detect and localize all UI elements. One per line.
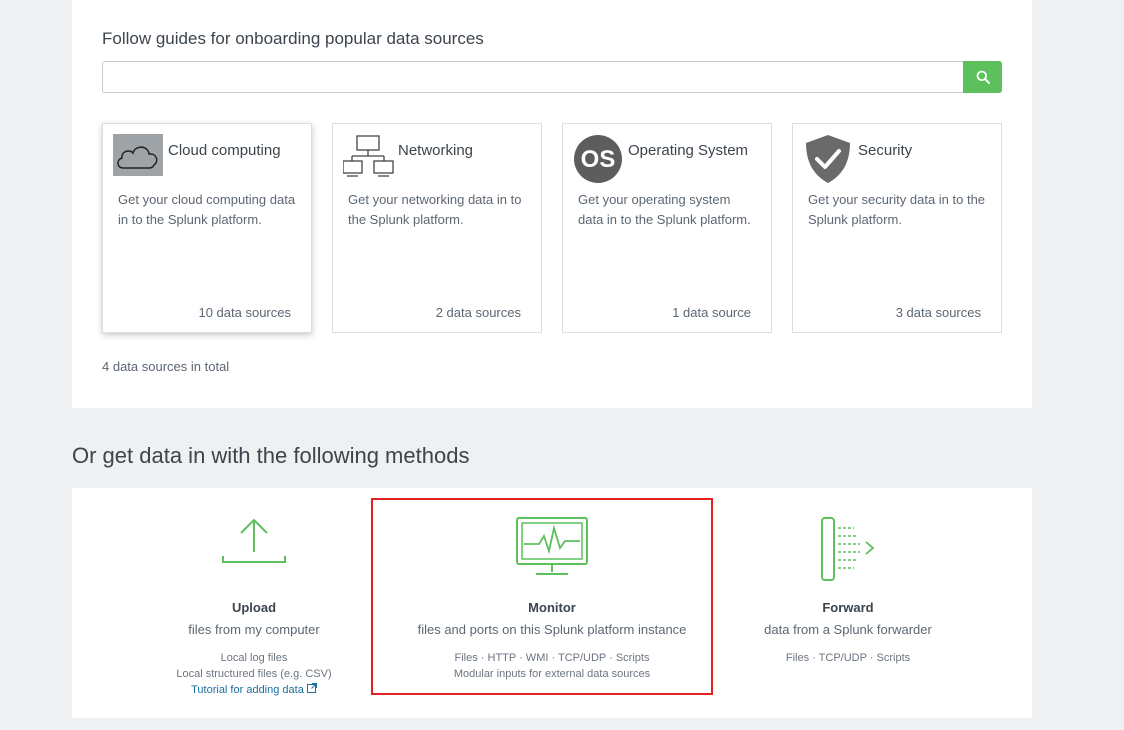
card-title: Networking <box>398 142 474 159</box>
external-link-icon <box>306 683 317 693</box>
card-count: 3 data sources <box>895 305 981 320</box>
card-cloud-computing[interactable]: Cloud computing Get your cloud computing… <box>102 123 312 333</box>
method-details: Files · HTTP · WMI · TCP/UDP · Scripts M… <box>382 650 722 682</box>
search-button[interactable] <box>963 61 1002 93</box>
os-icon: OS <box>573 134 623 184</box>
method-subtitle: data from a Splunk forwarder <box>764 622 932 637</box>
card-description: Get your operating system data in to the… <box>578 192 751 227</box>
card-security[interactable]: Security Get your security data in to th… <box>792 123 1002 333</box>
detail-line: Files · TCP/UDP · Scripts <box>785 652 911 664</box>
forward-icon <box>821 517 875 581</box>
search-icon <box>976 70 990 84</box>
card-networking[interactable]: Networking Get your networking data in t… <box>332 123 542 333</box>
shield-icon <box>803 134 853 184</box>
card-title: Cloud computing <box>168 142 281 159</box>
tutorial-link[interactable]: Tutorial for adding data <box>191 683 317 696</box>
method-forward[interactable]: Forward data from a Splunk forwarder Fil… <box>678 488 1018 718</box>
method-details: Files · TCP/UDP · Scripts <box>678 650 1018 666</box>
detail-line: Modular inputs for external data sources <box>453 668 651 680</box>
method-monitor[interactable]: Monitor files and ports on this Splunk p… <box>382 488 722 718</box>
network-icon <box>342 134 394 184</box>
method-title: Forward <box>822 600 874 615</box>
method-details: Local log files Local structured files (… <box>84 650 424 698</box>
detail-line: Local log files <box>220 652 288 664</box>
guides-search-input[interactable] <box>102 61 963 93</box>
methods-panel: Upload files from my computer Local log … <box>72 488 1032 718</box>
card-title: Security <box>858 142 913 159</box>
card-description: Get your security data in to the Splunk … <box>808 192 986 227</box>
guides-title: Follow guides for onboarding popular dat… <box>102 29 484 48</box>
method-subtitle: files from my computer <box>188 622 320 637</box>
monitor-icon <box>516 517 588 575</box>
card-count: 2 data sources <box>435 305 521 320</box>
card-operating-system[interactable]: OS Operating System Get your operating s… <box>562 123 772 333</box>
card-description: Get your cloud computing data in to the … <box>118 192 296 227</box>
method-title: Upload <box>231 600 277 615</box>
method-title: Monitor <box>528 600 576 615</box>
method-subtitle: files and ports on this Splunk platform … <box>417 622 687 637</box>
detail-line: Files · HTTP · WMI · TCP/UDP · Scripts <box>454 652 650 664</box>
card-count: 1 data source <box>672 305 751 320</box>
card-title: Operating System <box>628 142 749 159</box>
method-upload[interactable]: Upload files from my computer Local log … <box>84 488 424 718</box>
svg-text:OS: OS <box>581 146 616 173</box>
total-data-sources: 4 data sources in total <box>102 359 230 374</box>
card-count: 10 data sources <box>198 305 291 320</box>
detail-line: Local structured files (e.g. CSV) <box>176 668 332 680</box>
onboarding-guides-panel: Follow guides for onboarding popular dat… <box>72 0 1032 408</box>
methods-title: Or get data in with the following method… <box>72 443 470 468</box>
cloud-icon <box>113 134 163 184</box>
upload-icon <box>222 518 286 563</box>
card-description: Get your networking data in to the Splun… <box>348 192 522 227</box>
